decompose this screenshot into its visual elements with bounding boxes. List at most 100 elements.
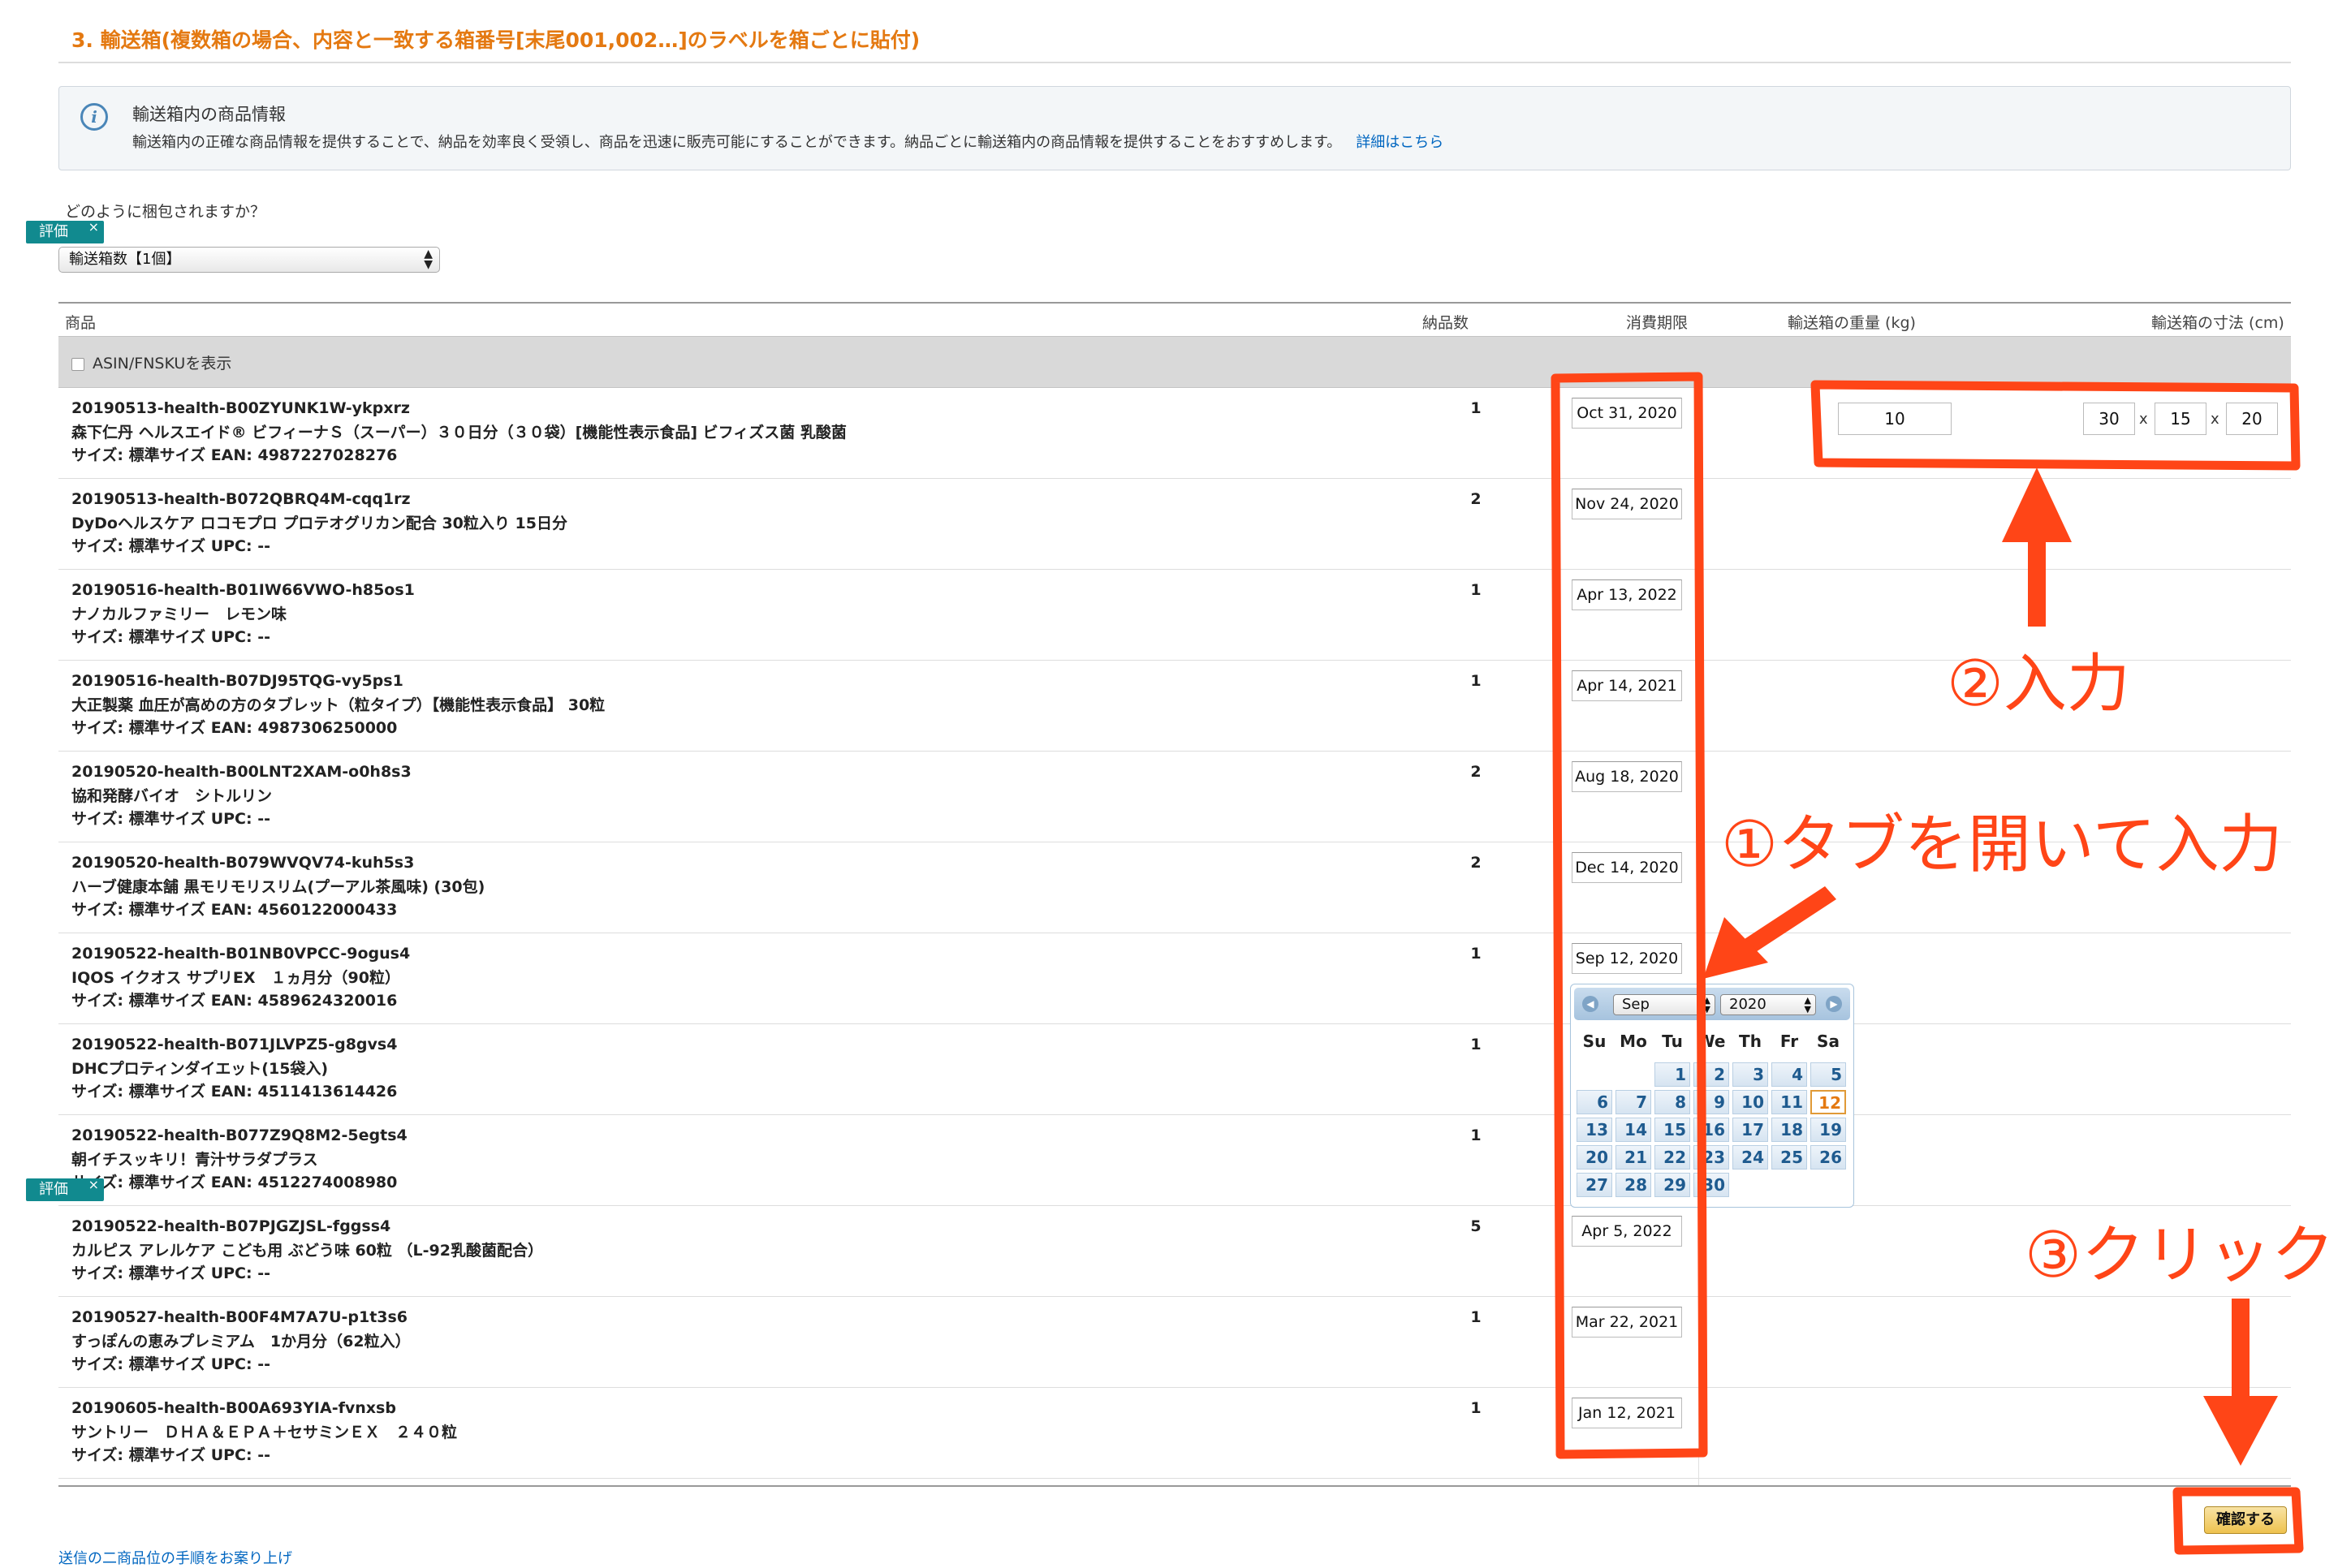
box-length-input[interactable]: 30 [2083, 403, 2135, 435]
row-size-code: サイズ: 標準サイズ EAN: 4511413614426 [71, 1083, 398, 1101]
row-sku: 20190513-health-B00ZYUNK1W-ykpxrz [71, 399, 410, 417]
chevron-left-icon[interactable]: ◀ [1582, 996, 1598, 1012]
row-product-name: 朝イチスッキリ！青汁サラダプラス [71, 1151, 318, 1169]
row-size-code: サイズ: 標準サイズ UPC: -- [71, 1446, 270, 1464]
calendar-day[interactable]: 6 [1577, 1090, 1612, 1114]
calendar-day[interactable]: 4 [1771, 1062, 1807, 1087]
expiry-date-input[interactable]: Apr 14, 2021 [1572, 670, 1682, 701]
calendar-day[interactable]: 7 [1615, 1090, 1651, 1114]
row-quantity: 1 [1470, 1126, 1482, 1144]
weekday-header: We [1697, 1032, 1726, 1051]
weekday-header: Tu [1662, 1032, 1683, 1051]
calendar-day[interactable]: 23 [1693, 1145, 1729, 1170]
calendar-day[interactable]: 29 [1654, 1173, 1690, 1197]
expiry-date-input[interactable]: Jan 12, 2021 [1572, 1398, 1682, 1428]
annotation-step1: ①タブを開いて入力 [1721, 808, 2283, 881]
bottom-help-link[interactable]: 送信の二商品位の手順をお案り上げ [58, 1547, 292, 1568]
row-sku: 20190522-health-B077Z9Q8M2-5egts4 [71, 1126, 408, 1144]
calendar-day[interactable]: 25 [1771, 1145, 1807, 1170]
box-width-input[interactable]: 15 [2155, 403, 2206, 435]
year-select[interactable]: 2020 ▲ ▼ [1720, 994, 1816, 1015]
calendar-day[interactable]: 13 [1577, 1118, 1612, 1142]
expiry-date-input[interactable]: Nov 24, 2020 [1572, 489, 1682, 519]
row-size-code: サイズ: 標準サイズ EAN: 4560122000433 [71, 901, 398, 919]
calendar-day[interactable]: 2 [1693, 1062, 1729, 1087]
weekday-header: Sa [1817, 1032, 1840, 1051]
chevron-right-icon[interactable]: ▶ [1826, 996, 1842, 1012]
calendar-day[interactable]: 21 [1615, 1145, 1651, 1170]
calendar-day[interactable]: 16 [1693, 1118, 1729, 1142]
row-product-name: カルピス アレルケア こども用 ぶどう味 60粒 （L-92乳酸菌配合） [71, 1242, 543, 1260]
calendar-day[interactable]: 22 [1654, 1145, 1690, 1170]
row-sku: 20190516-health-B01IW66VWO-h85os1 [71, 581, 415, 599]
calendar-day[interactable]: 3 [1732, 1062, 1768, 1087]
table-row: 20190522-health-B071JLVPZ5-g8gvs4 DHCプロティ… [58, 1024, 2291, 1115]
calendar-day[interactable]: 8 [1654, 1090, 1690, 1114]
calendar-day[interactable]: 30 [1693, 1173, 1729, 1197]
row-quantity: 1 [1470, 1308, 1482, 1326]
calendar-day[interactable]: 27 [1577, 1173, 1612, 1197]
expiry-date-input[interactable]: Aug 18, 2020 [1572, 761, 1682, 792]
row-product-name: 協和発酵バイオ シトルリン [71, 787, 273, 805]
row-sku: 20190520-health-B00LNT2XAM-o0h8s3 [71, 763, 412, 781]
row-sku: 20190522-health-B01NB0VPCC-9ogus4 [71, 945, 411, 963]
calendar-day[interactable]: 1 [1654, 1062, 1690, 1087]
calendar-day[interactable]: 5 [1810, 1062, 1846, 1087]
calendar-day[interactable]: 24 [1732, 1145, 1768, 1170]
calendar-day[interactable]: 28 [1615, 1173, 1651, 1197]
expiry-date-input[interactable]: Apr 5, 2022 [1572, 1216, 1682, 1247]
table-row: 20190522-health-B01NB0VPCC-9ogus4 IQOS イク… [58, 933, 2291, 1024]
calendar-day[interactable]: 15 [1654, 1118, 1690, 1142]
expiry-date-input[interactable]: Oct 31, 2020 [1572, 398, 1682, 429]
info-learn-more-link[interactable]: 詳細はこちら [1356, 134, 1443, 151]
confirm-button[interactable]: 確認する [2204, 1506, 2287, 1534]
row-sku: 20190527-health-B00F4M7A7U-p1t3s6 [71, 1308, 408, 1326]
row-size-code: サイズ: 標準サイズ UPC: -- [71, 628, 270, 646]
table-row: 20190605-health-B00A693YIA-fvnxsb サントリー Ｄ… [58, 1388, 2291, 1479]
weekday-header: Fr [1779, 1032, 1799, 1051]
box-count-select[interactable]: 輸送箱数【1個】 ▲ ▼ [58, 247, 440, 273]
info-body: 輸送箱内の正確な商品情報を提供することで、納品を効率良く受領し、商品を迅速に販売… [132, 131, 1443, 152]
calendar-day[interactable]: 18 [1771, 1118, 1807, 1142]
expiry-date-input[interactable]: Mar 22, 2021 [1572, 1307, 1682, 1338]
calendar-day[interactable]: 20 [1577, 1145, 1612, 1170]
row-sku: 20190522-health-B071JLVPZ5-g8gvs4 [71, 1036, 398, 1053]
row-product-name: IQOS イクオス サプリEX １ヵ月分（90粒） [71, 969, 400, 987]
calendar-day[interactable]: 26 [1810, 1145, 1846, 1170]
expiry-date-input[interactable]: Dec 14, 2020 [1572, 852, 1682, 883]
date-picker: ◀ Sep ▲ ▼ 2020 ▲ ▼ ▶ Su Mo Tu We Th Fr Sa 1 2 3 4 5 6 7… [1570, 984, 1854, 1208]
calendar-day[interactable]: 10 [1732, 1090, 1768, 1114]
month-select[interactable]: Sep ▲ ▼ [1613, 994, 1715, 1015]
close-icon[interactable]: × [88, 1174, 99, 1196]
weekday-header: Th [1739, 1032, 1762, 1051]
weekday-header: Mo [1620, 1032, 1647, 1051]
eval-tag[interactable]: 評価 × [26, 1177, 104, 1201]
section-divider [58, 62, 2291, 63]
expiry-date-input[interactable]: Apr 13, 2022 [1572, 579, 1682, 610]
month-value: Sep [1622, 996, 1650, 1013]
expiry-date-input[interactable]: Sep 12, 2020 [1572, 943, 1682, 974]
table-row: 20190522-health-B077Z9Q8M2-5egts4 朝イチスッキリ… [58, 1115, 2291, 1206]
row-product-name: すっぽんの恵みプレミアム 1か月分（62粒入） [71, 1333, 411, 1350]
asin-checkbox[interactable] [71, 358, 84, 371]
calendar-day[interactable]: 14 [1615, 1118, 1651, 1142]
dim-separator: x [2211, 411, 2219, 428]
dim-separator: x [2139, 411, 2148, 428]
select-arrows-icon: ▲ ▼ [424, 248, 433, 271]
header-expiry: 消費期限 [1626, 314, 1689, 332]
box-weight-input[interactable]: 10 [1838, 403, 1952, 435]
box-height-input[interactable]: 20 [2226, 403, 2278, 435]
info-icon: i [80, 103, 108, 131]
eval-tag[interactable]: 評価 × [26, 219, 104, 243]
row-size-code: サイズ: 標準サイズ UPC: -- [71, 1264, 270, 1282]
calendar-day[interactable]: 19 [1810, 1118, 1846, 1142]
shipping-box-page: 3. 輸送箱(複数箱の場合、内容と一致する箱番号[末尾001,002…]のラベル… [0, 0, 2338, 1567]
calendar-day-selected[interactable]: 12 [1810, 1090, 1846, 1114]
close-icon[interactable]: × [88, 216, 99, 239]
row-quantity: 5 [1470, 1217, 1482, 1235]
annotation-step2: ②入力 [1947, 648, 2130, 721]
calendar-day[interactable]: 11 [1771, 1090, 1807, 1114]
calendar-day[interactable]: 17 [1732, 1118, 1768, 1142]
calendar-day[interactable]: 9 [1693, 1090, 1729, 1114]
eval-tag-label: 評価 [39, 1181, 68, 1198]
